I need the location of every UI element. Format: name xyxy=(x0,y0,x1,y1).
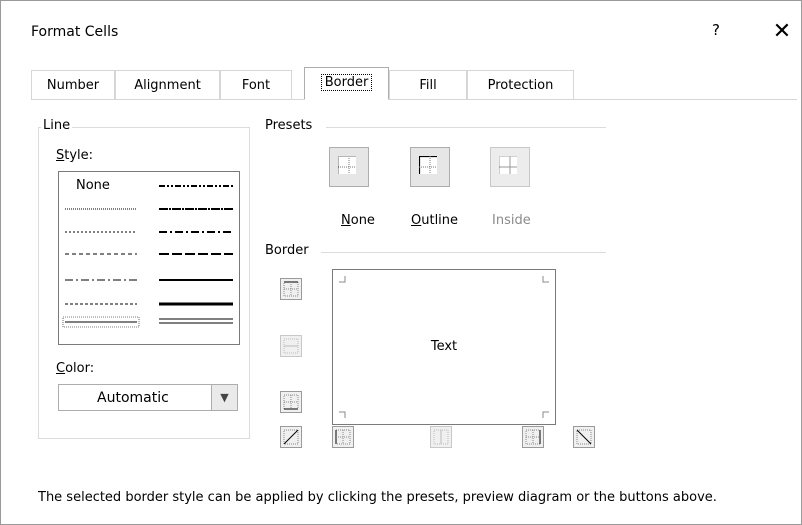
style-label-rest: tyle: xyxy=(64,148,94,163)
border-top-icon xyxy=(283,281,299,297)
border-inside-horizontal-icon xyxy=(283,338,299,354)
border-preview-area[interactable]: Text xyxy=(332,269,556,425)
border-group-title: Border xyxy=(263,243,311,258)
border-diagonal-up-button[interactable] xyxy=(280,426,302,448)
tab-alignment[interactable]: Alignment xyxy=(115,70,220,99)
preset-outline-label-rest: utline xyxy=(421,213,459,228)
tab-font[interactable]: Font xyxy=(220,70,292,99)
dialog-title: Format Cells xyxy=(31,24,119,40)
help-button[interactable]: ? xyxy=(705,21,727,43)
border-inside-vertical-button[interactable] xyxy=(430,426,452,448)
color-value: Automatic xyxy=(97,390,169,406)
line-style-list[interactable]: None xyxy=(58,171,240,345)
color-dropdown[interactable]: Automatic ▼ xyxy=(58,384,238,411)
tab-border[interactable]: Border xyxy=(304,67,389,100)
close-button[interactable]: ✕ xyxy=(767,17,797,47)
border-top-button[interactable] xyxy=(280,278,302,300)
tab-protection[interactable]: Protection xyxy=(467,70,574,99)
style-label: Style: xyxy=(56,148,94,163)
border-inside-horizontal-button[interactable] xyxy=(280,335,302,357)
line-group-title: Line xyxy=(41,118,73,133)
chevron-down-icon[interactable]: ▼ xyxy=(211,385,237,410)
preset-none-button[interactable] xyxy=(329,147,369,187)
color-label-rest: olor: xyxy=(65,361,95,376)
border-left-icon xyxy=(335,429,351,445)
border-separator xyxy=(321,252,606,253)
presets-group-title: Presets xyxy=(263,118,315,133)
border-bottom-button[interactable] xyxy=(280,391,302,413)
border-diagonal-down-button[interactable] xyxy=(573,426,595,448)
color-label: Color: xyxy=(56,361,95,376)
preset-none-label: None xyxy=(341,213,375,228)
preview-text: Text xyxy=(430,339,458,354)
border-inside-vertical-icon xyxy=(433,429,449,445)
format-cells-dialog: Format Cells ? ✕ Number Alignment Font B… xyxy=(0,0,802,525)
border-bottom-icon xyxy=(283,394,299,410)
preset-inside-label: Inside xyxy=(492,213,531,228)
border-left-button[interactable] xyxy=(332,426,354,448)
preset-outline-label: Outline xyxy=(411,213,459,228)
diagonal-down-icon xyxy=(576,429,592,445)
border-right-button[interactable] xyxy=(522,426,544,448)
preset-none-icon xyxy=(338,156,356,174)
title-bar: Format Cells ? ✕ xyxy=(1,1,801,55)
description-text: The selected border style can be applied… xyxy=(38,490,717,505)
preset-inside-button[interactable] xyxy=(490,147,530,187)
preset-outline-icon xyxy=(419,156,437,174)
tab-number[interactable]: Number xyxy=(31,70,115,99)
line-style-samples xyxy=(62,185,233,328)
tab-fill[interactable]: Fill xyxy=(389,70,467,99)
presets-separator xyxy=(326,127,606,128)
tab-border-label: Border xyxy=(320,74,373,91)
preset-none-label-rest: one xyxy=(350,213,375,228)
diagonal-up-icon xyxy=(283,429,299,445)
border-right-icon xyxy=(525,429,541,445)
preset-inside-icon xyxy=(499,156,517,174)
preset-outline-button[interactable] xyxy=(410,147,450,187)
